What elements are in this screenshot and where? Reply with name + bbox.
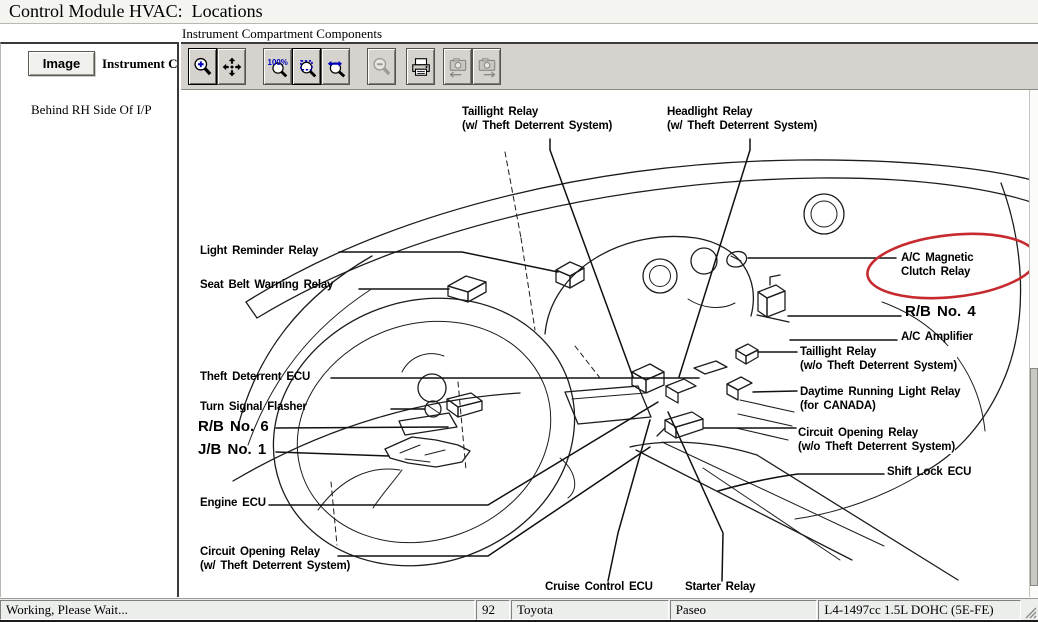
zoom-width-button[interactable] — [321, 48, 350, 85]
diagram-label-engine-ecu: Engine ECU — [200, 497, 266, 509]
vertical-scrollbar[interactable] — [1029, 90, 1038, 597]
prev-image-button[interactable] — [443, 48, 472, 85]
diagram-label-daytime-running-light-relay: Daytime Running Light Relay (for CANADA) — [800, 386, 961, 413]
zoom-100-icon-text: 100% — [267, 57, 287, 66]
diagram-label-rb-no-4: R/B No. 4 — [905, 303, 976, 320]
diagram-label-circuit-opening-relay-w-tds: Circuit Opening Relay (w/ Theft Deterren… — [200, 546, 351, 572]
diagram-label-light-reminder-relay: Light Reminder Relay — [200, 245, 319, 257]
image-toolbar: 100% — [181, 42, 1038, 90]
diagram-label-jb-no-1: J/B No. 1 — [198, 441, 267, 458]
zoom-out-button[interactable] — [367, 48, 396, 85]
diagram-label-theft-deterrent-ecu: Theft Deterrent ECU — [200, 371, 311, 383]
status-message: Working, Please Wait... — [0, 600, 476, 620]
status-make: Toyota — [510, 600, 669, 620]
diagram-label-seat-belt-warning-relay: Seat Belt Warning Relay — [200, 279, 334, 291]
printer-icon — [411, 57, 430, 76]
diagram-label-ac-magnetic-clutch-relay: A/C Magnetic Clutch Relay — [901, 252, 974, 278]
scrollbar-thumb[interactable] — [1030, 368, 1038, 586]
print-button[interactable] — [406, 48, 435, 85]
magnifier-width-icon — [327, 60, 345, 77]
diagram-label-circuit-opening-relay-wo-tds: Circuit Opening Relay (w/o Theft Deterre… — [798, 427, 955, 454]
status-bar: Working, Please Wait... 92 Toyota Paseo … — [0, 598, 1038, 620]
diagram-label-taillight-relay-w-tds: Taillight Relay (w/ Theft Deterrent Syst… — [462, 106, 613, 132]
magnifier-100-icon: 100% — [267, 57, 287, 77]
diagram-label-turn-signal-flasher: Turn Signal Flasher — [200, 401, 307, 413]
camera-left-icon — [449, 57, 466, 78]
status-engine: L4-1497cc 1.5L DOHC (5E-FE) — [818, 600, 1022, 620]
app-window: Control Module HVAC: Locations Instrumen… — [0, 0, 1038, 622]
next-image-button[interactable] — [472, 48, 501, 85]
subtitle-bar: Instrument Compartment Components — [0, 25, 1038, 42]
zoom-fit-button[interactable] — [292, 48, 321, 85]
diagram-label-taillight-relay-wo-tds: Taillight Relay (w/o Theft Deterrent Sys… — [800, 346, 957, 373]
diagram-subtitle: Instrument Compartment Components — [182, 26, 383, 41]
magnifier-fit-icon — [299, 59, 316, 77]
magnifier-plus-icon — [193, 57, 211, 75]
location-note: Behind RH Side Of I/P — [31, 102, 152, 117]
magnifier-minus-icon — [372, 57, 390, 75]
diagram-image-pane[interactable]: Taillight Relay (w/ Theft Deterrent Syst… — [181, 90, 1038, 597]
status-model: Paseo — [669, 600, 818, 620]
zoom-in-button[interactable] — [188, 48, 217, 85]
diagram-label-cruise-control-ecu: Cruise Control ECU — [545, 581, 653, 593]
diagram-label-rb-no-6: R/B No. 6 — [198, 418, 269, 435]
resize-grip-icon — [1025, 607, 1037, 619]
pan-arrows-icon — [222, 57, 241, 76]
diagram-label-shift-lock-ecu: Shift Lock ECU — [887, 466, 972, 478]
image-tab-button[interactable]: Image — [28, 51, 95, 76]
sidebar: Image Instrument C Behind RH Side Of I/P — [0, 42, 179, 597]
page-title: Control Module HVAC: Locations — [0, 0, 1038, 24]
zoom-100-button[interactable]: 100% — [263, 48, 292, 85]
tab-caption-instrument[interactable]: Instrument C — [102, 56, 178, 72]
status-code: 92 — [476, 600, 510, 620]
diagram-label-ac-amplifier: A/C Amplifier — [901, 331, 973, 343]
diagram-label-starter-relay: Starter Relay — [685, 581, 756, 593]
pan-button[interactable] — [217, 48, 246, 85]
camera-right-icon — [478, 57, 495, 78]
window-resize-grip[interactable] — [1022, 600, 1038, 620]
diagram-label-headlight-relay-w-tds: Headlight Relay (w/ Theft Deterrent Syst… — [667, 106, 818, 132]
